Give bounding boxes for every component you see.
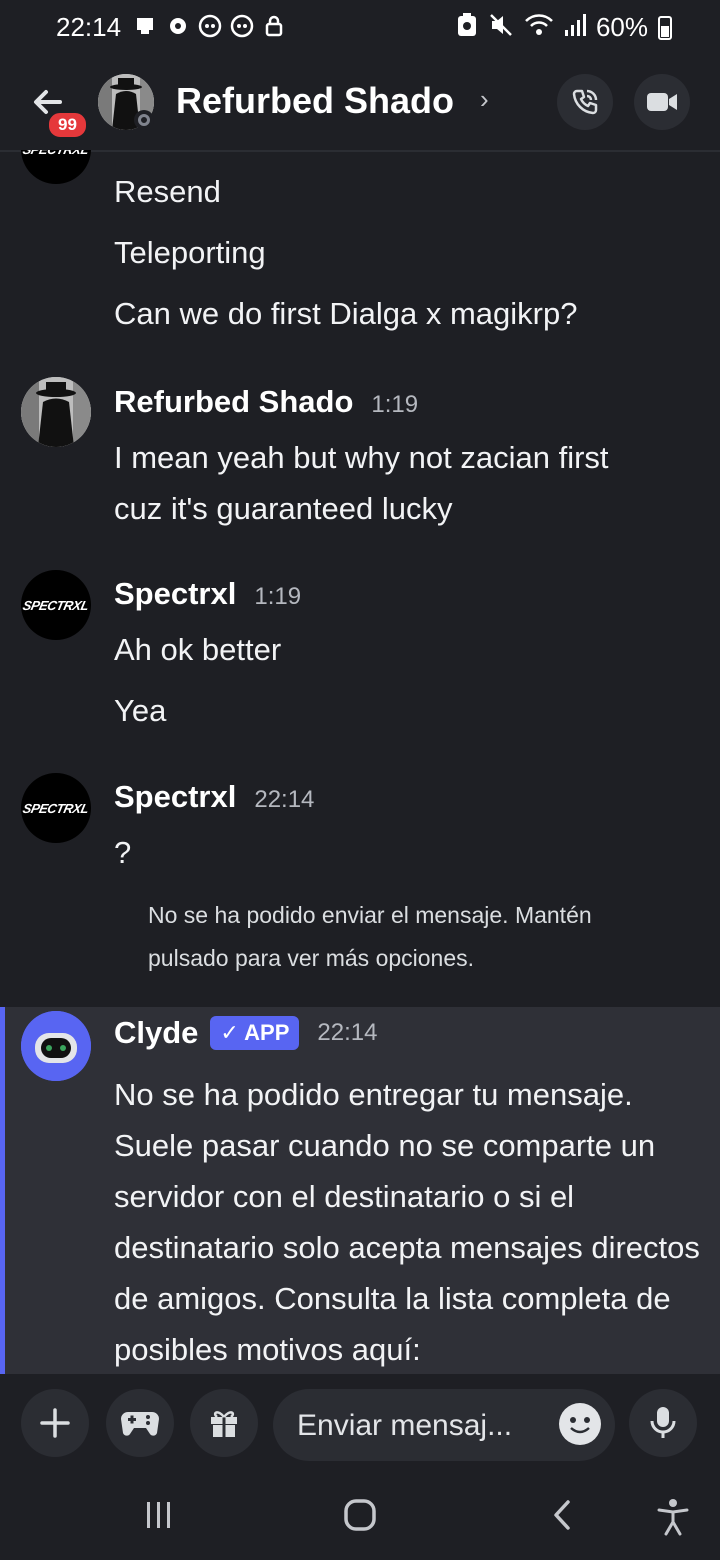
- username[interactable]: Spectrxl: [114, 576, 236, 611]
- avatar[interactable]: SPECTRXL: [21, 773, 91, 843]
- message-author[interactable]: Spectrxl 1:19: [114, 576, 301, 612]
- microphone-icon: [650, 1407, 676, 1438]
- message-text[interactable]: Yea: [114, 685, 166, 736]
- timestamp: 1:19: [371, 391, 419, 418]
- voice-message-button[interactable]: [629, 1389, 697, 1457]
- gift-icon: [211, 1411, 237, 1437]
- message-text[interactable]: Can we do first Dialga x magikrp?: [114, 288, 577, 339]
- message-author[interactable]: Clyde ✓ APP 22:14: [114, 1015, 377, 1051]
- message-list[interactable]: SPECTRXL Resend Teleporting Can we do fi…: [0, 150, 720, 1374]
- message-input-placeholder[interactable]: Enviar mensaj...: [297, 1409, 512, 1443]
- smile-icon: [560, 1404, 600, 1444]
- message-composer: Enviar mensaj...: [0, 1374, 720, 1480]
- system-nav-bar: [0, 1480, 720, 1560]
- message-text[interactable]: Resend: [114, 166, 221, 217]
- check-icon: ✓: [220, 1020, 239, 1045]
- wifi-icon: [524, 13, 554, 42]
- gamepad-icon: [121, 1412, 159, 1436]
- app-badge-label: APP: [244, 1020, 290, 1045]
- highlight-bar: [0, 1007, 5, 1374]
- battery-percent: 60%: [595, 12, 648, 42]
- avatar-logo-text: SPECTRXL: [22, 150, 91, 157]
- lock-icon: [262, 14, 286, 38]
- battery-icon: [658, 15, 672, 40]
- app-badge: ✓ APP: [210, 1016, 300, 1050]
- notification-icon: [134, 14, 158, 38]
- username[interactable]: Clyde: [114, 1015, 198, 1051]
- chat-header: 99 Refurbed Shado ›: [0, 56, 720, 152]
- message-text[interactable]: ?: [114, 827, 131, 878]
- message-author[interactable]: Refurbed Shado 1:19: [114, 384, 418, 420]
- mute-icon: [488, 12, 514, 43]
- unread-badge: 99: [46, 110, 89, 140]
- voice-call-button[interactable]: [557, 74, 613, 130]
- send-error-message[interactable]: No se ha podido enviar el mensaje. Manté…: [148, 894, 668, 980]
- username[interactable]: Spectrxl: [114, 779, 236, 814]
- avatar-logo-text: SPECTRXL: [21, 800, 91, 816]
- status-time: 22:14: [56, 12, 122, 42]
- avatar[interactable]: [21, 377, 91, 447]
- avatar-logo-text: SPECTRXL: [21, 597, 91, 613]
- timestamp: 22:14: [317, 1019, 378, 1046]
- activities-button[interactable]: [106, 1389, 174, 1457]
- discord-icon: [230, 14, 254, 38]
- home-icon: [344, 1499, 376, 1531]
- home-button[interactable]: [343, 1498, 377, 1537]
- battery-saver-icon: [456, 12, 478, 43]
- system-back-button[interactable]: [550, 1498, 574, 1537]
- avatar[interactable]: SPECTRXL: [21, 570, 91, 640]
- plus-icon: [40, 1408, 70, 1438]
- gift-button[interactable]: [190, 1389, 258, 1457]
- message-text[interactable]: Ah ok better: [114, 624, 281, 675]
- recent-apps-button[interactable]: [144, 1498, 174, 1537]
- phone-icon: [572, 89, 598, 115]
- message-text[interactable]: I mean yeah but why not zacian first: [114, 432, 609, 483]
- status-bar: 22:14 60%: [0, 0, 720, 56]
- chevron-right-icon[interactable]: ›: [480, 84, 489, 115]
- clyde-robot-icon: [21, 1011, 91, 1081]
- discord-icon: [198, 14, 222, 38]
- accessibility-button[interactable]: [656, 1498, 690, 1541]
- message-input[interactable]: Enviar mensaj...: [273, 1389, 615, 1461]
- timestamp: 1:19: [254, 583, 302, 610]
- video-camera-icon: [647, 93, 677, 111]
- add-attachment-button[interactable]: [21, 1389, 89, 1457]
- vpn-icon: [166, 14, 190, 38]
- avatar[interactable]: SPECTRXL: [21, 150, 91, 184]
- clyde-message[interactable]: Clyde ✓ APP 22:14 No se ha podido entreg…: [0, 1007, 720, 1374]
- page-title[interactable]: Refurbed Shado: [176, 80, 454, 122]
- recents-icon: [147, 1502, 170, 1528]
- message-text[interactable]: cuz it's guaranteed lucky: [114, 483, 453, 534]
- avatar-figure-icon: [21, 377, 91, 447]
- accessibility-icon: [657, 1499, 689, 1536]
- username[interactable]: Refurbed Shado: [114, 384, 353, 419]
- emoji-button[interactable]: [559, 1403, 601, 1445]
- timestamp: 22:14: [254, 786, 315, 813]
- chevron-left-icon: [554, 1500, 570, 1530]
- status-indicator: [134, 110, 154, 130]
- message-author[interactable]: Spectrxl 22:14: [114, 779, 314, 815]
- avatar[interactable]: [21, 1011, 91, 1081]
- video-call-button[interactable]: [634, 74, 690, 130]
- signal-icon: [564, 13, 586, 42]
- message-text[interactable]: No se ha podido entregar tu mensaje. Sue…: [114, 1069, 704, 1374]
- battery-fill: [661, 25, 669, 37]
- message-text[interactable]: Teleporting: [114, 227, 266, 278]
